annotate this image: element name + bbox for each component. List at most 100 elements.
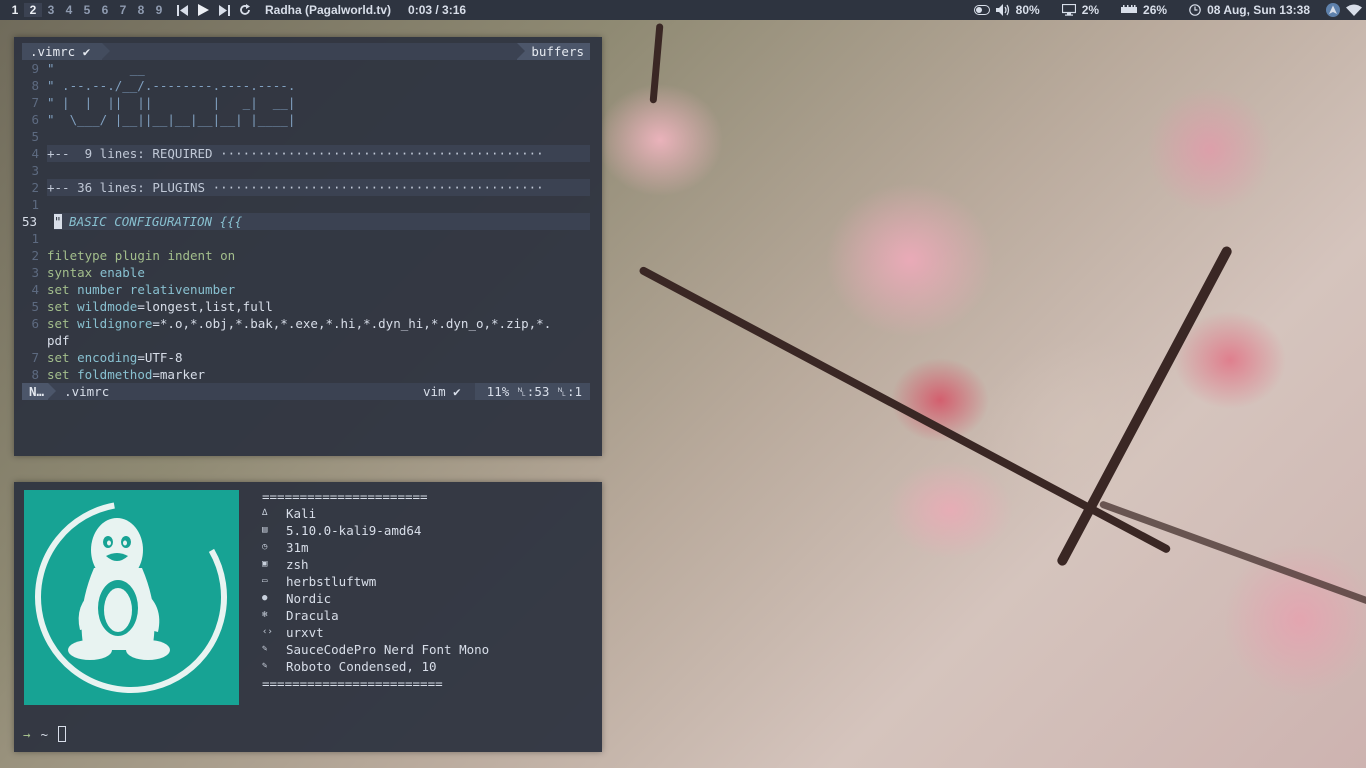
line-number: 3	[31, 265, 39, 280]
vim-line[interactable]: 5	[22, 128, 590, 145]
vim-line[interactable]: 2 +-- 36 lines: PLUGINS ·················…	[22, 179, 590, 196]
line-text: set encoding=UTF-8	[47, 350, 183, 365]
monitor-icon	[1061, 4, 1076, 16]
icons-icon: ❄	[262, 610, 268, 620]
vim-line[interactable]: 7 " | | || || | _| __|	[22, 94, 590, 111]
info-row: ✎ Roboto Condensed, 10	[262, 658, 489, 675]
line-text: +-- 36 lines: PLUGINS ··················…	[47, 179, 590, 196]
line-text: syntax enable	[47, 265, 145, 280]
tag-8[interactable]: 8	[132, 3, 150, 17]
tag-6[interactable]: 6	[96, 3, 114, 17]
arch-icon[interactable]	[1326, 3, 1340, 17]
line-text: +-- 9 lines: REQUIRED ··················…	[47, 145, 590, 162]
vim-line[interactable]: 2 filetype plugin indent on	[22, 247, 590, 264]
vim-line[interactable]: 3	[22, 162, 590, 179]
wm-icon: ▭	[262, 576, 268, 586]
terminal-window[interactable]: ====================== ∆ Kali ▤ 5.10.0-kali…	[14, 482, 602, 752]
line-text: set foldmethod=marker	[47, 367, 206, 382]
shell-prompt[interactable]: → ~	[23, 726, 67, 742]
line-text: set number relativenumber	[47, 282, 236, 297]
toggle-icon[interactable]	[973, 5, 990, 15]
tag-5[interactable]: 5	[78, 3, 96, 17]
datetime[interactable]: 08 Aug, Sun 13:38	[1207, 3, 1310, 17]
linux-logo	[24, 490, 239, 705]
vim-line[interactable]: 3 syntax enable	[22, 264, 590, 281]
info-row: ▣ zsh	[262, 556, 489, 573]
volume-value: 80%	[1015, 3, 1040, 17]
tag-4[interactable]: 4	[60, 3, 78, 17]
info-row: ● Nordic	[262, 590, 489, 607]
line-number: 5	[31, 129, 39, 144]
vim-line[interactable]: 6 " \___/ |__||__|__|__|__| |____|	[22, 111, 590, 128]
info-row: ▤ 5.10.0-kali9-amd64	[262, 522, 489, 539]
check-icon: ✔	[82, 44, 91, 59]
tag-9[interactable]: 9	[150, 3, 168, 17]
info-value: 31m	[286, 540, 309, 555]
vim-line[interactable]: 6 set wildignore=*.o,*.obj,*.bak,*.exe,*.…	[22, 315, 590, 332]
volume-icon[interactable]	[995, 4, 1010, 16]
separator-top: ======================	[262, 489, 428, 504]
info-row: ❄ Dracula	[262, 607, 489, 624]
info-value: Nordic	[286, 591, 332, 606]
vim-mode: N…	[22, 383, 57, 400]
vim-line[interactable]: 9 " __	[22, 60, 590, 77]
line-number: 7	[31, 350, 39, 365]
info-value: Dracula	[286, 608, 339, 623]
vim-cursor: "	[54, 214, 62, 229]
vim-line[interactable]: 8 set foldmethod=marker	[22, 366, 590, 383]
tab-vimrc[interactable]: .vimrc ✔	[22, 43, 111, 60]
workspace-tags: 1 2 3 4 5 6 7 8 9	[6, 3, 168, 17]
vim-position: 11% ␤:53 ␤:1	[474, 383, 590, 400]
info-row: ▭ herbstluftwm	[262, 573, 489, 590]
terminal-icon: ‹›	[262, 627, 273, 637]
tag-3[interactable]: 3	[42, 3, 60, 17]
vim-line[interactable]: 1	[22, 230, 590, 247]
check-icon: ✔	[453, 384, 461, 399]
vim-window[interactable]: .vimrc ✔ buffers 9 " __ 8 " .--.--./__/.---…	[14, 37, 602, 456]
vim-line[interactable]: 7 set encoding=UTF-8	[22, 349, 590, 366]
font-icon: ✎	[262, 661, 268, 671]
line-number: 5	[31, 299, 39, 314]
vim-filetype: vim ✔	[423, 384, 461, 399]
cpu-value: 2%	[1081, 3, 1100, 17]
line-text: set wildmode=longest,list,full	[47, 299, 273, 314]
now-playing-title: Radha (Pagalworld.tv)	[265, 3, 392, 17]
repeat-icon[interactable]	[239, 4, 251, 16]
line-text: " .--.--./__/.--------.----.----.	[47, 78, 296, 93]
vim-buffer[interactable]: 9 " __ 8 " .--.--./__/.--------.----.----. 7…	[22, 60, 590, 383]
vim-line[interactable]: 4 set number relativenumber	[22, 281, 590, 298]
vim-line[interactable]: 8 " .--.--./__/.--------.----.----.	[22, 77, 590, 94]
line-number: 4	[31, 282, 39, 297]
info-value: urxvt	[286, 625, 324, 640]
line-number: 53	[22, 214, 38, 229]
vim-line[interactable]: 53 " BASIC CONFIGURATION {{{	[22, 213, 590, 230]
line-number: 9	[31, 61, 39, 76]
line-number: 7	[31, 95, 39, 110]
tag-7[interactable]: 7	[114, 3, 132, 17]
vim-line[interactable]: 1	[22, 196, 590, 213]
shell-icon: ▣	[262, 559, 268, 569]
info-value: herbstluftwm	[286, 574, 377, 589]
line-number: 1	[31, 231, 39, 246]
vim-line[interactable]: pdf	[22, 332, 590, 349]
line-number: 6	[31, 316, 39, 331]
line-number: 6	[31, 112, 39, 127]
line-text	[47, 128, 590, 145]
tag-2[interactable]: 2	[24, 3, 42, 17]
info-value: Roboto Condensed, 10	[286, 659, 437, 674]
prev-icon[interactable]	[176, 4, 188, 16]
terminal-cursor	[58, 726, 67, 742]
vim-line[interactable]: 4 +-- 9 lines: REQUIRED ·················…	[22, 145, 590, 162]
wifi-icon[interactable]	[1346, 4, 1362, 16]
line-number: 4	[31, 146, 39, 161]
font-icon: ✎	[262, 644, 268, 654]
line-text	[47, 196, 590, 213]
line-text: filetype plugin indent on	[47, 248, 236, 263]
play-icon[interactable]	[197, 4, 209, 16]
column-icon: ␤	[556, 384, 567, 399]
memory-icon	[1121, 5, 1138, 15]
tag-1[interactable]: 1	[6, 3, 24, 17]
vim-editor[interactable]: .vimrc ✔ buffers 9 " __ 8 " .--.--./__/.---…	[22, 43, 590, 400]
vim-line[interactable]: 5 set wildmode=longest,list,full	[22, 298, 590, 315]
next-icon[interactable]	[218, 4, 230, 16]
